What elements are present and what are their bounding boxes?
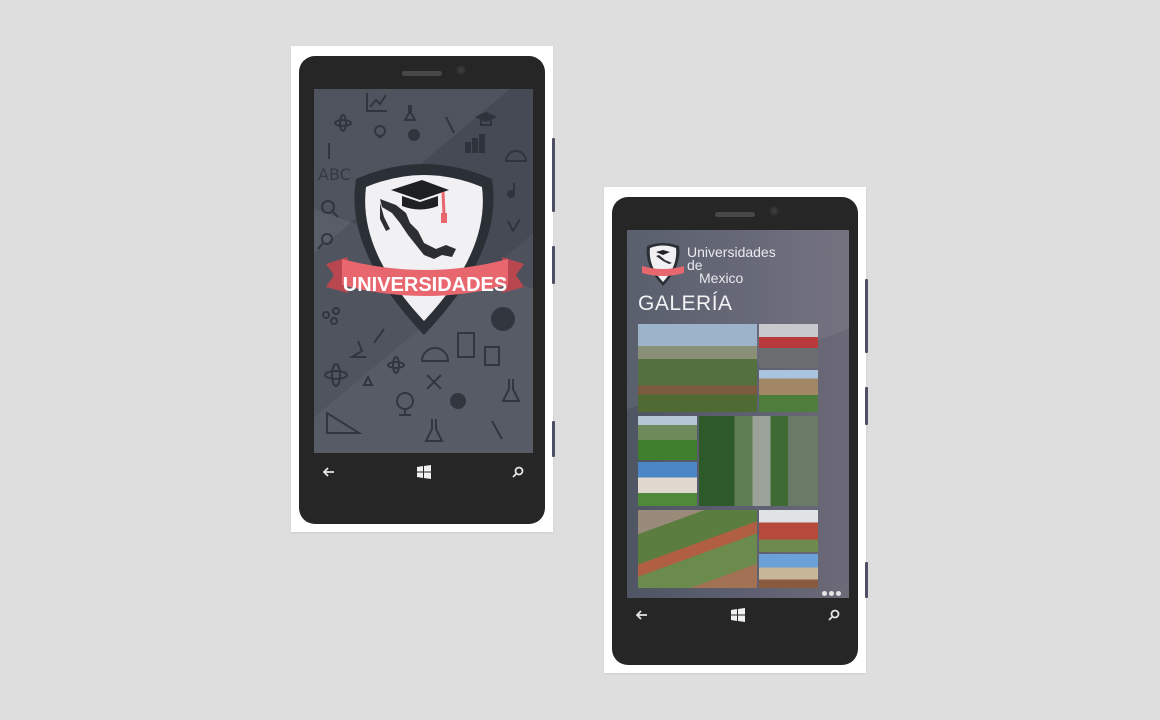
gallery-screen: Universidades de Mexico GALERÍA xyxy=(627,230,849,598)
nav-bar xyxy=(627,603,849,627)
gallery-photo[interactable] xyxy=(759,324,818,368)
gallery-photo[interactable] xyxy=(759,510,818,552)
windows-logo-icon xyxy=(731,608,745,622)
more-options-icon xyxy=(822,591,827,596)
more-dot xyxy=(836,591,841,596)
more-dot xyxy=(829,591,834,596)
start-button[interactable] xyxy=(409,460,439,484)
search-button[interactable] xyxy=(503,460,533,484)
gallery-photo[interactable] xyxy=(638,324,757,412)
search-button[interactable] xyxy=(819,603,849,627)
gallery-photo[interactable] xyxy=(759,554,818,588)
device-card-gallery: Universidades de Mexico GALERÍA xyxy=(604,187,868,673)
gallery-photo[interactable] xyxy=(638,510,757,588)
start-button[interactable] xyxy=(723,603,753,627)
power-button xyxy=(865,387,868,425)
front-camera xyxy=(769,206,779,216)
front-camera xyxy=(456,65,466,75)
power-button xyxy=(552,246,555,284)
banner-title: UNIVERSIDADES xyxy=(343,274,507,296)
back-arrow-icon xyxy=(323,467,334,477)
volume-button xyxy=(865,279,868,353)
gallery-photo[interactable] xyxy=(759,370,818,412)
gallery-photo[interactable] xyxy=(699,416,818,506)
windows-logo-icon xyxy=(416,465,431,479)
gallery-photo[interactable] xyxy=(638,462,697,506)
back-button[interactable] xyxy=(314,460,344,484)
camera-button xyxy=(552,421,555,457)
device-card-splash: ABC UNIVERSIDADES xyxy=(291,46,555,532)
nav-bar xyxy=(314,460,533,484)
app-logo-small xyxy=(642,243,684,286)
more-options-button[interactable] xyxy=(822,591,841,596)
back-arrow-icon xyxy=(636,610,647,620)
page-title: GALERÍA xyxy=(638,292,733,315)
search-icon xyxy=(828,609,840,621)
brand-line-3: Mexico xyxy=(699,270,744,286)
volume-button xyxy=(552,138,555,212)
back-button[interactable] xyxy=(627,603,657,627)
splash-screen: ABC UNIVERSIDADES xyxy=(314,89,533,453)
camera-button xyxy=(865,562,868,598)
gallery-photo[interactable] xyxy=(638,416,697,460)
phone-body: Universidades de Mexico GALERÍA xyxy=(612,197,858,665)
search-icon xyxy=(512,466,524,478)
university-shield-logo: UNIVERSIDADES xyxy=(326,164,524,335)
speaker-grille xyxy=(402,71,442,76)
phone-body: ABC UNIVERSIDADES xyxy=(299,56,545,524)
speaker-grille xyxy=(715,212,755,217)
